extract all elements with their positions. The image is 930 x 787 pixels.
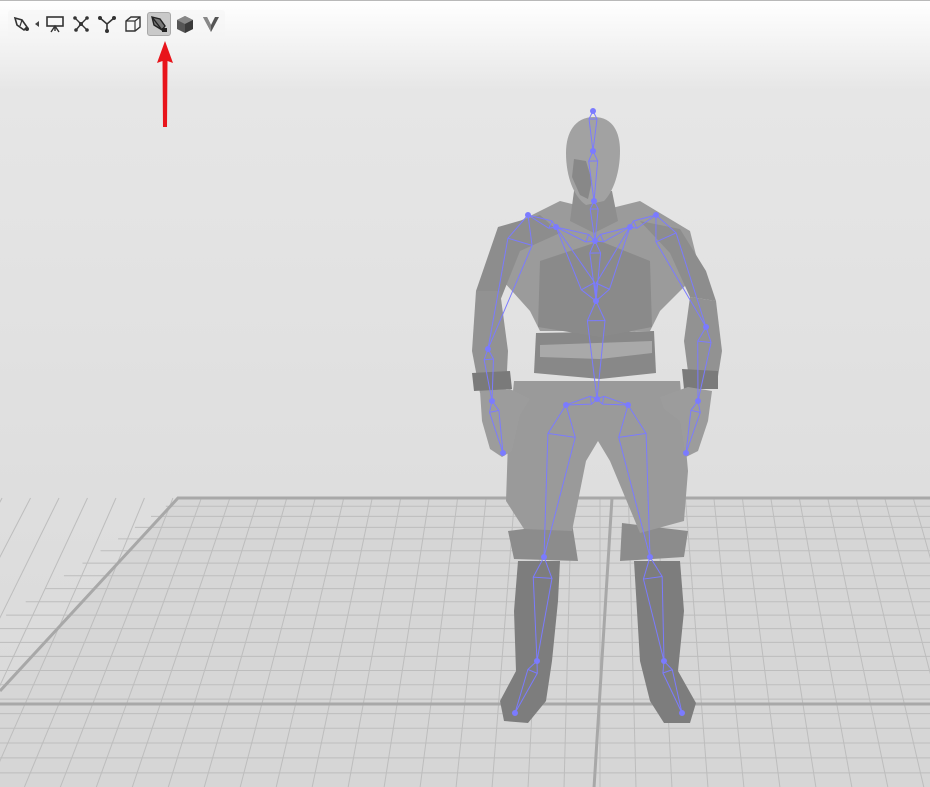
skeleton-joint[interactable]	[661, 658, 667, 664]
skeleton-joint[interactable]	[592, 238, 598, 244]
skeleton-joint[interactable]	[563, 402, 569, 408]
floor-grid	[0, 496, 930, 787]
skeleton-view-icon	[151, 16, 167, 32]
bone-joints-icon	[73, 16, 89, 32]
wireframe-cube-icon	[125, 16, 141, 32]
skeleton-joint[interactable]	[553, 224, 559, 230]
skeleton-joint[interactable]	[485, 346, 491, 352]
tool-bones-button[interactable]	[69, 12, 93, 36]
solid-cube-icon	[177, 16, 193, 33]
tool-wireframe-button[interactable]	[121, 12, 145, 36]
shaded-shape-icon	[203, 17, 219, 32]
skeleton-joint[interactable]	[500, 450, 506, 456]
red-annotation-arrow	[157, 41, 173, 127]
skeleton-joint[interactable]	[627, 224, 633, 230]
tool-dropdown-caret[interactable]	[34, 12, 40, 36]
3d-viewport[interactable]	[0, 0, 930, 787]
skeleton-joint[interactable]	[647, 554, 653, 560]
skeleton-joint[interactable]	[593, 298, 599, 304]
skeleton-joint[interactable]	[534, 658, 540, 664]
tool-shaded-button[interactable]	[199, 12, 223, 36]
tool-presentation-button[interactable]	[43, 12, 67, 36]
skeleton-joint[interactable]	[541, 554, 547, 560]
skeleton-joint[interactable]	[703, 324, 709, 330]
tool-vertex-tree-button[interactable]	[95, 12, 119, 36]
skeleton-joint[interactable]	[525, 212, 531, 218]
skeleton-joint[interactable]	[683, 450, 689, 456]
skeleton-joint[interactable]	[695, 398, 701, 404]
skeleton-joint[interactable]	[590, 148, 596, 154]
tool-skeleton-view-button[interactable]	[147, 12, 171, 36]
skeleton-joint[interactable]	[679, 710, 685, 716]
tool-solid-button[interactable]	[173, 12, 197, 36]
presentation-board-icon	[46, 16, 64, 33]
skeleton-joint[interactable]	[625, 402, 631, 408]
skeleton-joint[interactable]	[512, 710, 518, 716]
right-cuff	[682, 369, 718, 389]
skeleton-joint[interactable]	[594, 396, 600, 402]
skin-weight-pen-icon	[13, 16, 29, 32]
skeleton-joint[interactable]	[591, 198, 597, 204]
skeleton-joint[interactable]	[590, 108, 596, 114]
vertex-tree-icon	[98, 16, 116, 33]
tool-skin-weight-button[interactable]	[10, 12, 34, 36]
viewport-toolbar	[8, 10, 225, 38]
skeleton-joint[interactable]	[653, 212, 659, 218]
scene-canvas[interactable]	[0, 1, 930, 787]
skeleton-joint[interactable]	[489, 398, 495, 404]
caret-left-icon	[35, 21, 39, 27]
